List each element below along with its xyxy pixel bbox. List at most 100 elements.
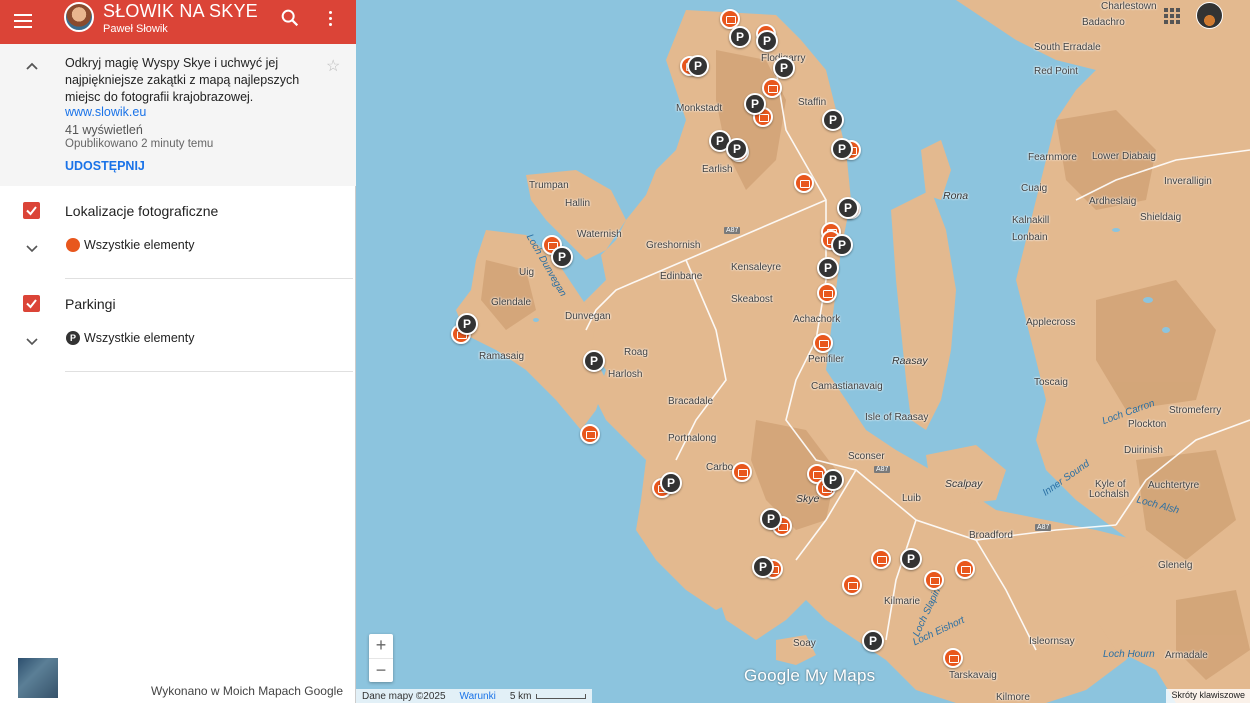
- parking-marker[interactable]: P: [687, 55, 709, 77]
- map-info-panel: Odkryj magię Wyspy Skye i uchwyć jej naj…: [0, 44, 356, 186]
- parking-marker[interactable]: P: [752, 556, 774, 578]
- place-label: Plockton: [1128, 419, 1167, 430]
- photo-location-marker[interactable]: [732, 462, 752, 482]
- photo-location-marker[interactable]: [943, 648, 963, 668]
- layer-item-label[interactable]: Wszystkie elementy: [84, 238, 194, 252]
- parking-marker[interactable]: P: [729, 26, 751, 48]
- photo-location-marker[interactable]: [871, 549, 891, 569]
- map-data-label: Dane mapy ©2025: [362, 690, 446, 702]
- map-title[interactable]: SŁOWIK NA SKYE: [103, 1, 258, 22]
- chevron-down-icon[interactable]: [24, 333, 40, 349]
- more-options-icon[interactable]: [320, 8, 340, 28]
- parking-marker[interactable]: P: [551, 246, 573, 268]
- chevron-up-icon[interactable]: [22, 56, 42, 76]
- place-label: Ramasaig: [479, 351, 525, 362]
- layer-checkbox[interactable]: [23, 295, 40, 312]
- share-button[interactable]: UDOSTĘPNIJ: [65, 159, 145, 173]
- photo-location-marker[interactable]: [955, 559, 975, 579]
- place-label: Badachro: [1082, 17, 1125, 28]
- parking-marker[interactable]: P: [660, 472, 682, 494]
- map-author[interactable]: Paweł Słowik: [103, 23, 168, 35]
- terms-link[interactable]: Warunki: [460, 691, 496, 702]
- place-label: South Erradale: [1034, 42, 1101, 53]
- layer-name: Lokalizacje fotograficzne: [65, 203, 219, 219]
- place-label: Lower Diabaig: [1092, 151, 1156, 162]
- place-label: Harlosh: [608, 369, 643, 380]
- photo-location-marker[interactable]: [817, 283, 837, 303]
- parking-marker[interactable]: P: [744, 93, 766, 115]
- parking-marker[interactable]: P: [583, 350, 605, 372]
- place-label: Stromeferry: [1169, 405, 1222, 416]
- menu-icon[interactable]: [14, 10, 36, 32]
- photo-location-marker[interactable]: [924, 570, 944, 590]
- place-label: Skye: [796, 493, 820, 505]
- layer-item-label[interactable]: Wszystkie elementy: [84, 331, 194, 345]
- place-label: Penifiler: [808, 354, 845, 365]
- parking-marker[interactable]: P: [822, 469, 844, 491]
- photo-location-marker[interactable]: [842, 575, 862, 595]
- place-label: Isle of Raasay: [865, 412, 929, 423]
- place-label: Hallin: [565, 198, 591, 209]
- parking-marker[interactable]: P: [773, 57, 795, 79]
- camera-icon: [66, 238, 80, 252]
- search-icon[interactable]: [279, 7, 301, 29]
- photo-location-marker[interactable]: [580, 424, 600, 444]
- zoom-out-button[interactable]: −: [369, 658, 393, 682]
- photo-location-marker[interactable]: [762, 78, 782, 98]
- account-avatar[interactable]: [1196, 2, 1223, 29]
- parking-marker[interactable]: P: [822, 109, 844, 131]
- place-label: Kilmarie: [884, 596, 921, 607]
- zoom-control: + −: [369, 634, 393, 682]
- place-label: Scalpay: [945, 478, 983, 490]
- water-label: Loch Hourn: [1103, 649, 1155, 660]
- place-label: Earlish: [702, 164, 733, 175]
- apps-grid-icon[interactable]: [1164, 8, 1180, 24]
- layer-photo-locations: Lokalizacje fotograficzne Wszystkie elem…: [0, 186, 356, 279]
- basemap-thumbnail[interactable]: [18, 658, 58, 698]
- star-icon[interactable]: ☆: [326, 56, 340, 76]
- place-label: Dunvegan: [565, 311, 611, 322]
- google-my-maps-logo: Google My Maps: [744, 666, 876, 685]
- parking-marker[interactable]: P: [837, 197, 859, 219]
- place-label: Lochalsh: [1089, 489, 1130, 500]
- layer-checkbox[interactable]: [23, 202, 40, 219]
- place-label: Kilmore: [996, 692, 1030, 703]
- scale-bar[interactable]: 5 km: [510, 691, 586, 702]
- photo-location-marker[interactable]: [813, 333, 833, 353]
- place-label: Raasay: [892, 355, 928, 367]
- made-with-credit[interactable]: Wykonano w Moich Mapach Google: [151, 684, 343, 698]
- keyboard-shortcuts-link[interactable]: Skróty klawiszowe: [1166, 689, 1250, 703]
- parking-marker[interactable]: P: [831, 138, 853, 160]
- parking-marker[interactable]: P: [726, 138, 748, 160]
- place-label: Uig: [519, 267, 535, 278]
- photo-location-marker[interactable]: [794, 173, 814, 193]
- parking-marker[interactable]: P: [756, 30, 778, 52]
- parking-marker[interactable]: P: [760, 508, 782, 530]
- parking-marker[interactable]: P: [456, 313, 478, 335]
- map-canvas[interactable]: Charlestown Badachro South Erradale Red …: [356, 0, 1250, 703]
- view-count: 41 wyświetleń: [65, 123, 143, 137]
- place-label: Kensaleyre: [731, 262, 782, 273]
- parking-icon: P: [66, 331, 80, 345]
- parking-marker[interactable]: P: [831, 234, 853, 256]
- sidebar-header: SŁOWIK NA SKYE Paweł Słowik: [0, 0, 356, 44]
- place-label: Kalnakill: [1012, 215, 1050, 226]
- parking-marker[interactable]: P: [862, 630, 884, 652]
- zoom-in-button[interactable]: +: [369, 634, 393, 658]
- published-time: Opublikowano 2 minuty temu: [65, 138, 214, 150]
- place-label: Luib: [902, 493, 921, 504]
- chevron-down-icon[interactable]: [24, 240, 40, 256]
- place-label: Roag: [624, 347, 648, 358]
- place-label: Duirinish: [1124, 445, 1163, 456]
- place-label: Inveralligin: [1164, 176, 1212, 187]
- parking-marker[interactable]: P: [900, 548, 922, 570]
- author-avatar[interactable]: [64, 2, 94, 32]
- map-description: Odkryj magię Wyspy Skye i uchwyć jej naj…: [65, 56, 300, 104]
- website-link[interactable]: www.slowik.eu: [65, 105, 146, 119]
- place-label: Camastianavaig: [811, 381, 883, 392]
- parking-marker[interactable]: P: [817, 257, 839, 279]
- place-label: Armadale: [1165, 650, 1208, 661]
- place-label: Greshornish: [646, 240, 701, 251]
- place-label: Broadford: [969, 530, 1013, 541]
- place-label: Edinbane: [660, 271, 703, 282]
